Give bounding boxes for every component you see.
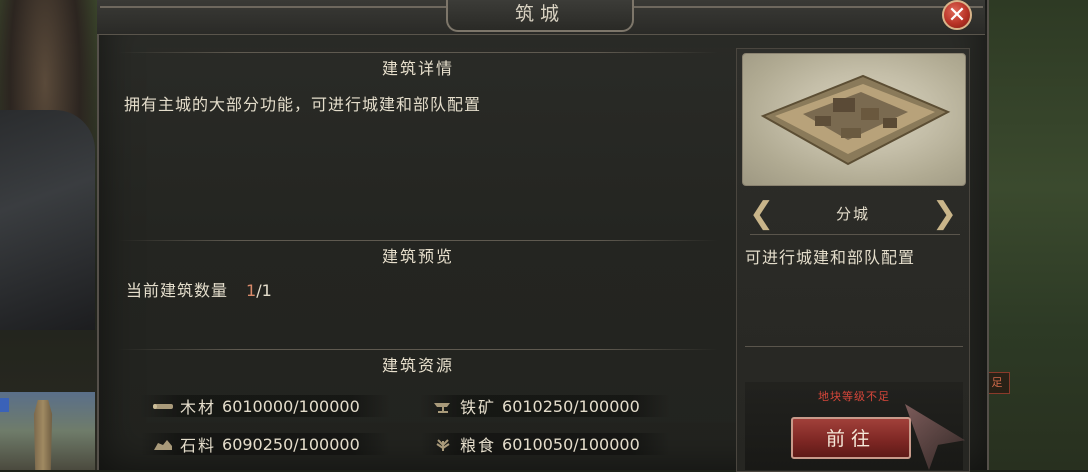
prev-building-button[interactable]: ❮ bbox=[749, 196, 775, 232]
map-badge bbox=[0, 398, 9, 412]
resources-header: 建筑资源 bbox=[118, 349, 718, 378]
details-header: 建筑详情 bbox=[118, 52, 718, 81]
building-description: 可进行城建和部队配置 bbox=[745, 248, 916, 267]
resource-name: 铁矿 bbox=[460, 398, 497, 417]
resource-value: 6010000/100000 bbox=[222, 396, 360, 416]
iron-ore-icon bbox=[432, 398, 454, 414]
close-icon: ✕ bbox=[947, 3, 967, 28]
building-name: 分城 bbox=[835, 205, 870, 223]
building-count-label: 当前建筑数量 bbox=[126, 281, 229, 300]
building-count-current: 1 bbox=[246, 281, 257, 300]
building-count-total: /1 bbox=[256, 281, 272, 300]
chevron-right-icon: ❯ bbox=[932, 196, 958, 231]
resource-grain: 粮食 6010050/100000 bbox=[432, 432, 640, 456]
resource-value: 6090250/100000 bbox=[222, 434, 360, 454]
resource-value: 6010050/100000 bbox=[502, 434, 640, 454]
resource-name: 木材 bbox=[180, 398, 217, 417]
general-portrait-robe bbox=[0, 110, 95, 330]
branch-city-image bbox=[742, 53, 966, 186]
dialog-title: 筑城 bbox=[446, 0, 634, 32]
resource-wood: 木材 6010000/100000 bbox=[152, 394, 360, 418]
go-button[interactable]: 前往 bbox=[791, 417, 911, 459]
resource-iron: 铁矿 6010250/100000 bbox=[432, 394, 640, 418]
resource-name: 粮食 bbox=[460, 436, 497, 455]
stone-icon bbox=[152, 436, 174, 452]
building-count-row: 当前建筑数量 1/1 bbox=[126, 277, 272, 301]
resource-value: 6010250/100000 bbox=[502, 396, 640, 416]
grain-icon bbox=[432, 436, 454, 452]
wood-icon bbox=[152, 398, 174, 414]
preview-header: 建筑预览 bbox=[118, 240, 718, 269]
close-button[interactable]: ✕ bbox=[942, 0, 972, 30]
resource-name: 石料 bbox=[180, 436, 217, 455]
right-panel-divider bbox=[745, 346, 963, 347]
resource-stone: 石料 6090250/100000 bbox=[152, 432, 360, 456]
building-name-divider bbox=[750, 234, 960, 235]
warning-text: 地块等级不足 bbox=[818, 390, 890, 403]
chevron-left-icon: ❮ bbox=[749, 196, 775, 231]
next-building-button[interactable]: ❯ bbox=[932, 196, 958, 232]
details-description: 拥有主城的大部分功能，可进行城建和部队配置 bbox=[124, 95, 482, 114]
